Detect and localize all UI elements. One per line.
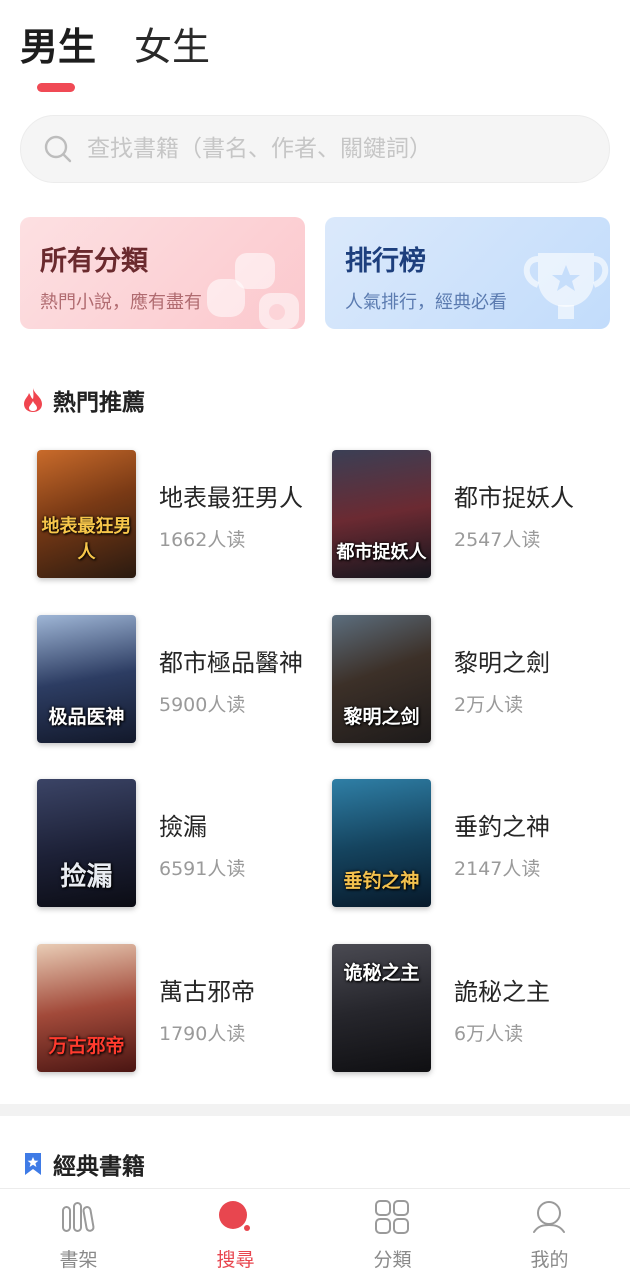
book-cover: 诡秘之主 <box>332 944 431 1072</box>
search-input[interactable] <box>87 136 609 162</box>
search-active-icon <box>219 1201 250 1231</box>
search-icon <box>44 135 72 163</box>
app-page: 男生 女生 所有分類 熱門小說，應有盡有 排行榜 人氣排行，經典必看 <box>0 0 630 1280</box>
all-categories-card[interactable]: 所有分類 熱門小說，應有盡有 <box>20 217 305 329</box>
flame-icon <box>24 388 42 412</box>
book-read-count: 2万人读 <box>454 694 524 716</box>
hot-section-header: 熱門推薦 <box>22 383 145 417</box>
book-item[interactable]: 极品医神 都市極品醫神 5900人读 <box>37 615 327 745</box>
profile-icon <box>533 1201 565 1233</box>
book-title: 萬古邪帝 <box>159 978 255 1006</box>
book-read-count: 2147人读 <box>454 858 541 880</box>
card-title: 排行榜 <box>345 246 426 277</box>
book-cover: 万古邪帝 <box>37 944 136 1072</box>
tab-female[interactable]: 女生 <box>134 22 210 72</box>
book-item[interactable]: 地表最狂男人 地表最狂男人 1662人读 <box>37 450 327 580</box>
bottom-navigation: 書架 搜尋 分類 我的 <box>0 1188 630 1280</box>
book-cover: 垂钓之神 <box>332 779 431 907</box>
nav-search[interactable]: 搜尋 <box>157 1189 314 1280</box>
category-blocks-icon <box>207 253 299 329</box>
book-cover: 捡漏 <box>37 779 136 907</box>
trophy-icon <box>523 253 609 319</box>
ranking-card[interactable]: 排行榜 人氣排行，經典必看 <box>325 217 610 329</box>
search-bar[interactable] <box>20 115 610 183</box>
book-title: 垂釣之神 <box>454 813 550 841</box>
bookmark-icon <box>25 1153 41 1175</box>
book-cover: 地表最狂男人 <box>37 450 136 578</box>
card-title: 所有分類 <box>40 246 148 277</box>
book-read-count: 2547人读 <box>454 529 541 551</box>
active-tab-indicator <box>37 83 75 92</box>
card-subtitle: 人氣排行，經典必看 <box>345 292 507 313</box>
book-read-count: 5900人读 <box>159 694 246 716</box>
book-cover: 黎明之剑 <box>332 615 431 743</box>
book-item[interactable]: 黎明之剑 黎明之劍 2万人读 <box>332 615 622 745</box>
nav-label: 分類 <box>373 1249 412 1271</box>
book-item[interactable]: 垂钓之神 垂釣之神 2147人读 <box>332 779 622 909</box>
hot-section-title: 熱門推薦 <box>53 390 145 416</box>
book-title: 都市捉妖人 <box>454 484 574 512</box>
book-title: 撿漏 <box>159 813 207 841</box>
tab-male[interactable]: 男生 <box>20 22 96 72</box>
bookshelf-icon <box>62 1202 95 1232</box>
book-title: 地表最狂男人 <box>159 484 303 512</box>
book-title: 詭秘之主 <box>454 978 550 1006</box>
grid-icon <box>375 1200 409 1234</box>
book-cover: 都市捉妖人 <box>332 450 431 578</box>
book-read-count: 1662人读 <box>159 529 246 551</box>
gender-tabs: 男生 女生 <box>20 22 420 92</box>
book-title: 都市極品醫神 <box>159 649 303 677</box>
book-read-count: 6591人读 <box>159 858 246 880</box>
section-divider <box>0 1104 630 1116</box>
book-item[interactable]: 万古邪帝 萬古邪帝 1790人读 <box>37 944 327 1074</box>
nav-categories[interactable]: 分類 <box>314 1189 471 1280</box>
book-item[interactable]: 诡秘之主 詭秘之主 6万人读 <box>332 944 622 1074</box>
book-cover: 极品医神 <box>37 615 136 743</box>
book-item[interactable]: 捡漏 撿漏 6591人读 <box>37 779 327 909</box>
book-title: 黎明之劍 <box>454 649 550 677</box>
book-read-count: 1790人读 <box>159 1023 246 1045</box>
card-subtitle: 熱門小說，應有盡有 <box>40 292 202 313</box>
nav-label: 我的 <box>530 1249 569 1271</box>
nav-bookshelf[interactable]: 書架 <box>0 1189 157 1280</box>
nav-label: 書架 <box>59 1249 98 1271</box>
classic-section-header: 經典書籍 <box>22 1147 145 1181</box>
classic-section-title: 經典書籍 <box>53 1154 145 1180</box>
nav-label: 搜尋 <box>216 1249 255 1271</box>
nav-profile[interactable]: 我的 <box>471 1189 628 1280</box>
book-read-count: 6万人读 <box>454 1023 524 1045</box>
book-item[interactable]: 都市捉妖人 都市捉妖人 2547人读 <box>332 450 622 580</box>
